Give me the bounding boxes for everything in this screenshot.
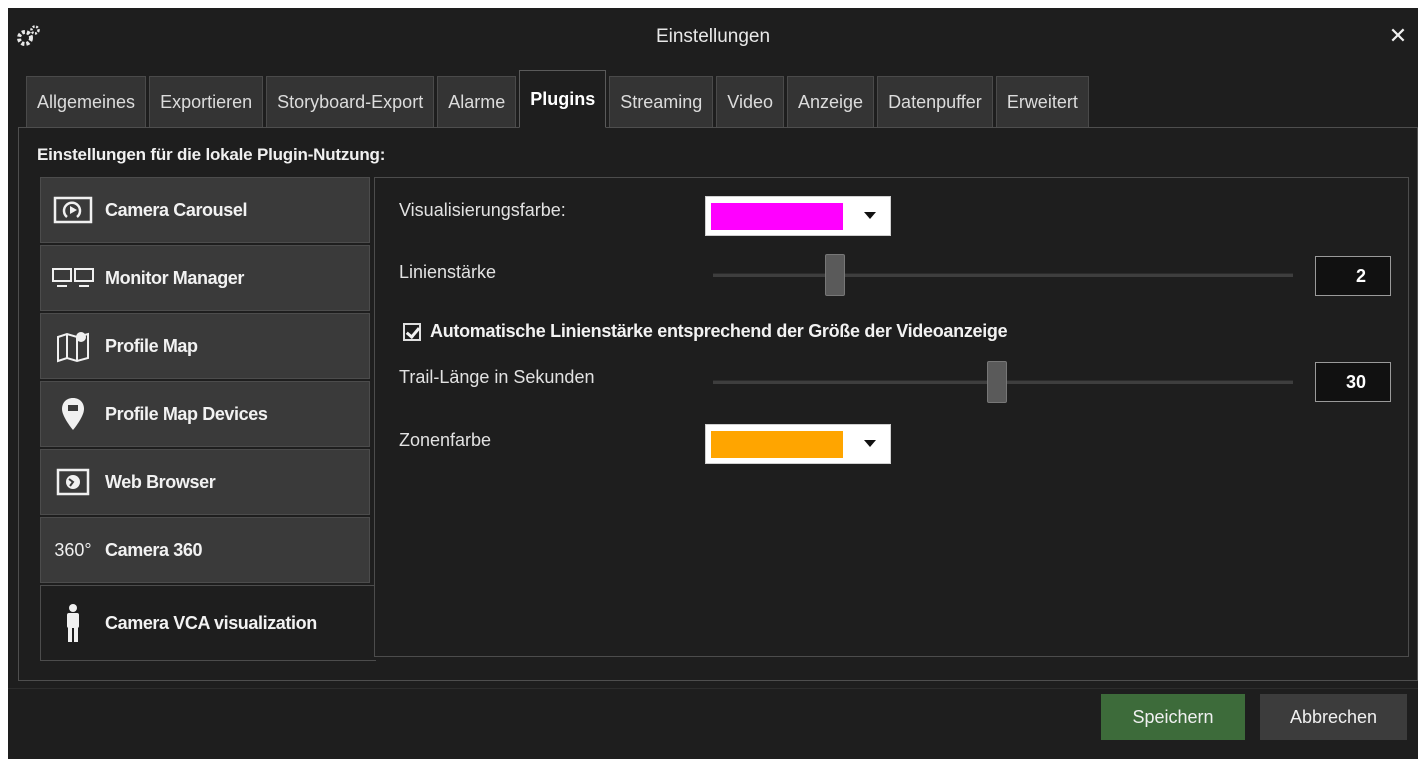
tab-exportieren[interactable]: Exportieren: [149, 76, 264, 128]
sidebar-item-profile-map-devices[interactable]: Profile Map Devices: [40, 381, 370, 447]
sidebar-item-label: Profile Map: [105, 335, 198, 356]
chevron-down-icon: [864, 212, 876, 219]
title-bar: Einstellungen ✕: [8, 8, 1418, 66]
tab-plugins[interactable]: Plugins: [519, 70, 607, 128]
auto-line-width-label: Automatische Linienstärke entsprechend d…: [430, 321, 1008, 341]
cancel-button[interactable]: Abbrechen: [1260, 694, 1407, 740]
line-width-slider[interactable]: [713, 254, 1293, 296]
tab-bar: Allgemeines Exportieren Storyboard-Expor…: [26, 70, 1092, 128]
auto-line-width-checkbox[interactable]: Automatische Linienstärke entsprechend d…: [403, 321, 1008, 342]
tab-video[interactable]: Video: [716, 76, 784, 128]
trail-length-value[interactable]: 30: [1315, 362, 1391, 402]
map-icon: [51, 330, 95, 363]
person-icon: [51, 604, 95, 642]
section-title: Einstellungen für die lokale Plugin-Nutz…: [37, 145, 386, 164]
chevron-down-icon: [864, 440, 876, 447]
line-width-value[interactable]: 2: [1315, 256, 1391, 296]
settings-dialog: Einstellungen ✕ Allgemeines Exportieren …: [8, 8, 1418, 759]
sidebar-item-label: Monitor Manager: [105, 267, 245, 288]
trail-length-slider-thumb[interactable]: [987, 361, 1007, 403]
checkbox-checked-icon[interactable]: [403, 322, 421, 341]
footer-divider: [8, 688, 1418, 689]
monitor-manager-icon: [51, 262, 95, 294]
tab-erweitert[interactable]: Erweitert: [995, 76, 1089, 128]
close-icon: ✕: [1388, 23, 1408, 48]
plugins-panel: Einstellungen für die lokale Plugin-Nutz…: [18, 127, 1418, 681]
plugin-sidebar: Camera Carousel Monitor Manager Profile …: [40, 177, 376, 663]
tab-storyboard-export[interactable]: Storyboard-Export: [266, 76, 435, 128]
line-width-slider-thumb[interactable]: [825, 254, 845, 296]
trail-length-label: Trail-Länge in Sekunden: [399, 367, 595, 387]
tab-datenpuffer[interactable]: Datenpuffer: [877, 76, 993, 128]
zone-color-swatch: [711, 431, 843, 458]
tab-allgemeines[interactable]: Allgemeines: [26, 76, 147, 128]
tab-anzeige[interactable]: Anzeige: [787, 76, 875, 128]
sidebar-item-camera-vca-visualization[interactable]: Camera VCA visualization: [40, 585, 376, 661]
visualization-color-dropdown[interactable]: [705, 196, 891, 236]
sidebar-item-camera-360[interactable]: 360° Camera 360: [40, 517, 370, 583]
globe-icon: [51, 466, 95, 498]
camera-360-icon: 360°: [54, 539, 92, 560]
sidebar-item-profile-map[interactable]: Profile Map: [40, 313, 370, 379]
sidebar-item-label: Camera VCA visualization: [105, 612, 317, 633]
sidebar-item-label: Camera Carousel: [105, 199, 248, 220]
sidebar-item-label: Camera 360: [105, 539, 203, 560]
visualization-color-swatch: [711, 203, 843, 230]
gear-icon: [17, 25, 40, 46]
sidebar-item-label: Profile Map Devices: [105, 403, 268, 424]
close-button[interactable]: ✕: [1386, 24, 1410, 48]
sidebar-item-camera-carousel[interactable]: Camera Carousel: [40, 177, 370, 243]
zone-color-label: Zonenfarbe: [399, 430, 492, 450]
window-title: Einstellungen: [655, 26, 771, 47]
camera-carousel-icon: [51, 194, 95, 226]
sidebar-item-label: Web Browser: [105, 471, 216, 492]
zone-color-dropdown[interactable]: [705, 424, 891, 464]
plugin-settings-content: Visualisierungsfarbe: Linienstärke 2 Aut…: [374, 177, 1409, 657]
sidebar-item-web-browser[interactable]: Web Browser: [40, 449, 370, 515]
sidebar-item-monitor-manager[interactable]: Monitor Manager: [40, 245, 370, 311]
tab-alarme[interactable]: Alarme: [437, 76, 517, 128]
tab-streaming[interactable]: Streaming: [609, 76, 714, 128]
trail-length-slider[interactable]: [713, 361, 1293, 403]
visualization-color-label: Visualisierungsfarbe:: [399, 200, 566, 220]
map-pin-icon: [51, 398, 95, 430]
line-width-label: Linienstärke: [399, 262, 497, 282]
save-button[interactable]: Speichern: [1101, 694, 1245, 740]
